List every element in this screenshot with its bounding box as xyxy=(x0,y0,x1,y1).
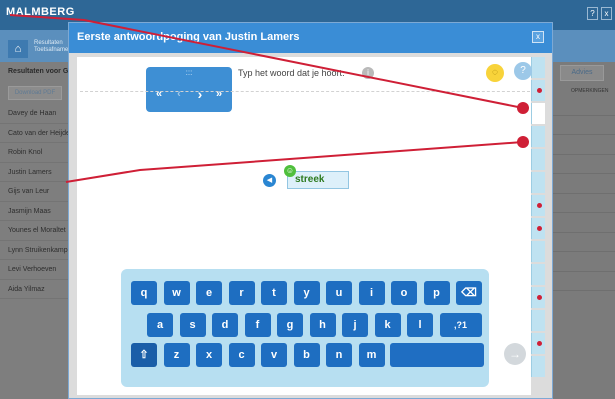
annotation-line-1 xyxy=(9,14,524,109)
annotation-marker-2 xyxy=(517,136,529,148)
annotation-overlay xyxy=(9,14,529,183)
annotation-line-2 xyxy=(65,141,524,183)
screen: MALMBERG ? x ⌂ Resultaten Toetsafname Re… xyxy=(0,0,615,399)
annotation-marker-1 xyxy=(517,102,529,114)
